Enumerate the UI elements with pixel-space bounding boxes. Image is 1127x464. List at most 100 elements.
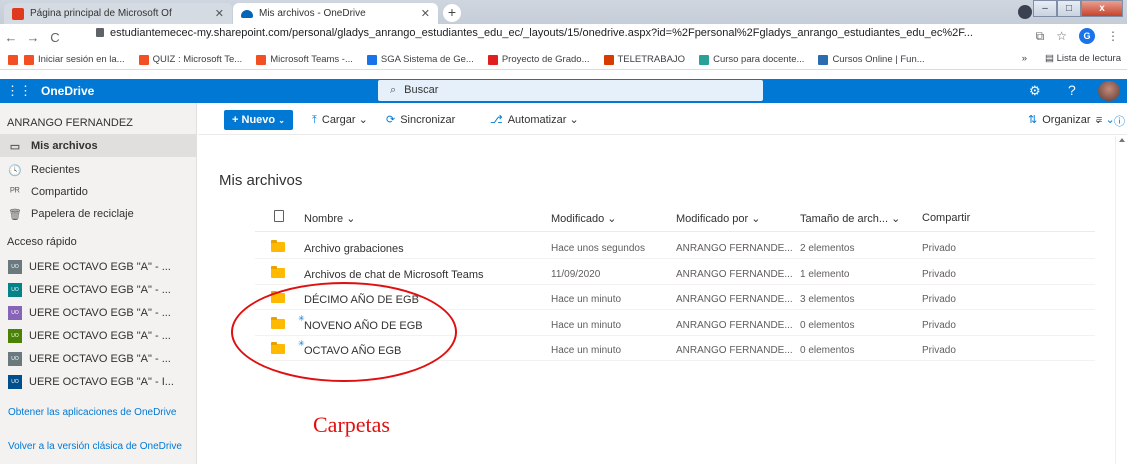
quick-access-item[interactable]: UO UERE OCTAVO EGB "A" - ... <box>8 349 193 369</box>
cell-modified-by: ANRANGO FERNANDE... <box>676 268 793 280</box>
organize-button[interactable]: ⇅ Organizar ⌄ <box>1028 113 1103 126</box>
cell-modified-by: ANRANGO FERNANDE... <box>676 294 793 305</box>
quick-access-item[interactable]: UO UERE OCTAVO EGB "A" - ... <box>8 257 193 277</box>
minimize-button[interactable]: – <box>1033 0 1057 17</box>
column-header-name[interactable]: Nombre ⌄ <box>304 212 355 225</box>
info-icon[interactable]: ⓘ <box>1114 113 1125 129</box>
group-icon: UO <box>8 306 22 320</box>
bookmark-label: Microsoft Teams -... <box>270 54 353 65</box>
menu-icon[interactable]: ⋮ <box>1107 29 1119 43</box>
quick-access-label: UERE OCTAVO EGB "A" - ... <box>29 330 171 342</box>
sidebar-item-people[interactable]: ᴾᴿ Compartido <box>0 181 197 203</box>
table-row[interactable]: Archivo grabaciones Hace unos segundos ANR… <box>255 235 1095 259</box>
classic-version-link[interactable]: Volver a la versión clásica de OneDrive <box>8 441 188 452</box>
close-window-button[interactable]: x <box>1081 0 1123 17</box>
bookmark-icon <box>818 54 829 65</box>
column-header-modified-by[interactable]: Modificado por ⌄ <box>676 212 760 225</box>
sidebar-item-folder[interactable]: ▭ Mis archivos <box>0 135 197 157</box>
sidebar-item-recycle-bin[interactable]: 🗑 Papelera de reciclaje <box>0 203 197 225</box>
quick-access-item[interactable]: UO UERE OCTAVO EGB "A" - ... <box>8 280 193 300</box>
automate-label: Automatizar <box>507 114 567 126</box>
share-icon[interactable]: ⧉ <box>1036 29 1045 44</box>
chevron-down-icon: ⌄ <box>278 116 285 125</box>
folder-icon <box>271 265 285 278</box>
bookmarks-more-button[interactable]: » <box>1022 53 1027 64</box>
cell-size: 2 elementos <box>800 243 855 254</box>
cell-modified-by: ANRANGO FERNANDE... <box>676 319 793 331</box>
reload-icon[interactable]: C <box>44 30 66 45</box>
cell-modified: 11/09/2020 <box>551 268 601 280</box>
cell-name[interactable]: Archivos de chat de Microsoft Teams <box>304 269 484 281</box>
bookmark-item[interactable]: Microsoft Teams -... <box>256 54 353 65</box>
browser-tab-microsoft-office[interactable]: Página principal de Microsoft Of ✕ <box>4 3 232 24</box>
table-row[interactable]: Archivos de chat de Microsoft Teams 11/09… <box>255 261 1095 285</box>
profile-avatar[interactable]: G <box>1079 28 1095 44</box>
quick-access-item[interactable]: UO UERE OCTAVO EGB "A" - ... <box>8 303 193 323</box>
app-brand[interactable]: OneDrive <box>41 84 94 98</box>
bookmark-item[interactable]: QUIZ : Microsoft Te... <box>138 54 242 65</box>
office-icon <box>12 7 24 20</box>
avatar[interactable] <box>1098 81 1120 101</box>
cell-size: 0 elementos <box>800 319 855 331</box>
bookmark-icon <box>603 54 614 65</box>
select-all-file-icon[interactable] <box>274 210 284 222</box>
scroll-up-icon[interactable] <box>1119 138 1125 142</box>
bookmark-item[interactable]: Proyecto de Grado... <box>487 54 590 65</box>
bookmark-label: TELETRABAJO <box>617 54 686 65</box>
sync-button[interactable]: ⟳ Sincronizar <box>386 113 455 126</box>
help-button[interactable]: ? <box>1068 82 1076 98</box>
chevron-down-icon: ⌄ <box>569 114 579 126</box>
sidebar-item-clock[interactable]: 🕓 Recientes <box>0 159 197 181</box>
column-size-label: Tamaño de arch... <box>800 213 889 225</box>
sidebar-item-label: Recientes <box>31 164 80 176</box>
maximize-button[interactable]: □ <box>1057 0 1081 17</box>
search-box[interactable]: ⌕ Buscar <box>378 80 763 101</box>
gear-icon[interactable]: ⚙ <box>1029 83 1041 99</box>
column-name-label: Nombre <box>304 213 344 225</box>
flow-icon: ⎇ <box>490 114 503 126</box>
new-tab-button[interactable]: + <box>443 4 461 22</box>
back-icon[interactable]: ← <box>0 30 22 45</box>
quick-access-item[interactable]: UO UERE OCTAVO EGB "A" - I... <box>8 372 193 392</box>
sync-icon: ⟳ <box>386 114 396 126</box>
browser-tab-onedrive[interactable]: Mis archivos - OneDrive ✕ <box>233 3 438 24</box>
annotation-ellipse <box>231 282 457 382</box>
view-options-button[interactable]: ≡ ⌄ <box>1096 113 1115 126</box>
people-icon: ᴾᴿ <box>10 186 20 198</box>
reading-list-button[interactable]: ▤ Lista de lectura <box>1045 53 1121 64</box>
column-header-modified[interactable]: Modificado ⌄ <box>551 212 616 225</box>
address-bar-row: ← → C estudiantemecec-my.sharepoint.com/… <box>0 24 1127 50</box>
bookmark-item[interactable]: Curso para docente... <box>699 54 804 65</box>
column-header-sharing[interactable]: Compartir <box>922 212 970 224</box>
column-header-size[interactable]: Tamaño de arch... ⌄ <box>800 212 900 225</box>
group-icon: UO <box>8 260 22 274</box>
plus-icon: + <box>232 114 239 126</box>
close-tab-icon[interactable]: ✕ <box>421 7 430 20</box>
group-icon: UO <box>8 329 22 343</box>
upload-button[interactable]: ⤒ Cargar ⌄ <box>312 113 368 127</box>
get-apps-link[interactable]: Obtener las aplicaciones de OneDrive <box>8 407 188 418</box>
bookmark-item[interactable]: SGA Sistema de Ge... <box>366 54 474 65</box>
quick-access-item[interactable]: UO UERE OCTAVO EGB "A" - ... <box>8 326 193 346</box>
address-bar[interactable]: estudiantemecec-my.sharepoint.com/person… <box>96 27 973 39</box>
left-navigation: ANRANGO FERNANDEZ Acceso rápido Obtener … <box>0 103 197 464</box>
quick-access-label: UERE OCTAVO EGB "A" - ... <box>29 353 171 365</box>
bookmark-label: Proyecto de Grado... <box>501 54 590 65</box>
star-icon[interactable]: ☆ <box>1056 29 1067 43</box>
chevron-down-icon: ⌄ <box>346 213 356 225</box>
automate-button[interactable]: ⎇ Automatizar ⌄ <box>490 113 579 126</box>
app-launcher-icon[interactable]: ⋮⋮ <box>6 83 32 99</box>
vertical-scrollbar[interactable] <box>1115 136 1127 464</box>
chevron-down-icon: ⌄ <box>358 114 368 126</box>
bookmark-item[interactable]: TELETRABAJO <box>603 54 686 65</box>
bookmark-item[interactable]: Iniciar sesión en la... <box>24 54 125 65</box>
cell-name[interactable]: Archivo grabaciones <box>304 243 404 255</box>
annotation-label: Carpetas <box>313 412 390 437</box>
bookmark-item[interactable]: Cursos Online | Fun... <box>818 54 925 65</box>
quick-access-label: UERE OCTAVO EGB "A" - I... <box>29 376 174 388</box>
new-button[interactable]: + Nuevo ⌄ <box>224 110 293 130</box>
sync-label: Sincronizar <box>400 114 456 126</box>
forward-icon[interactable]: → <box>22 30 44 45</box>
apps-icon[interactable] <box>8 54 22 65</box>
close-tab-icon[interactable]: ✕ <box>215 7 224 20</box>
